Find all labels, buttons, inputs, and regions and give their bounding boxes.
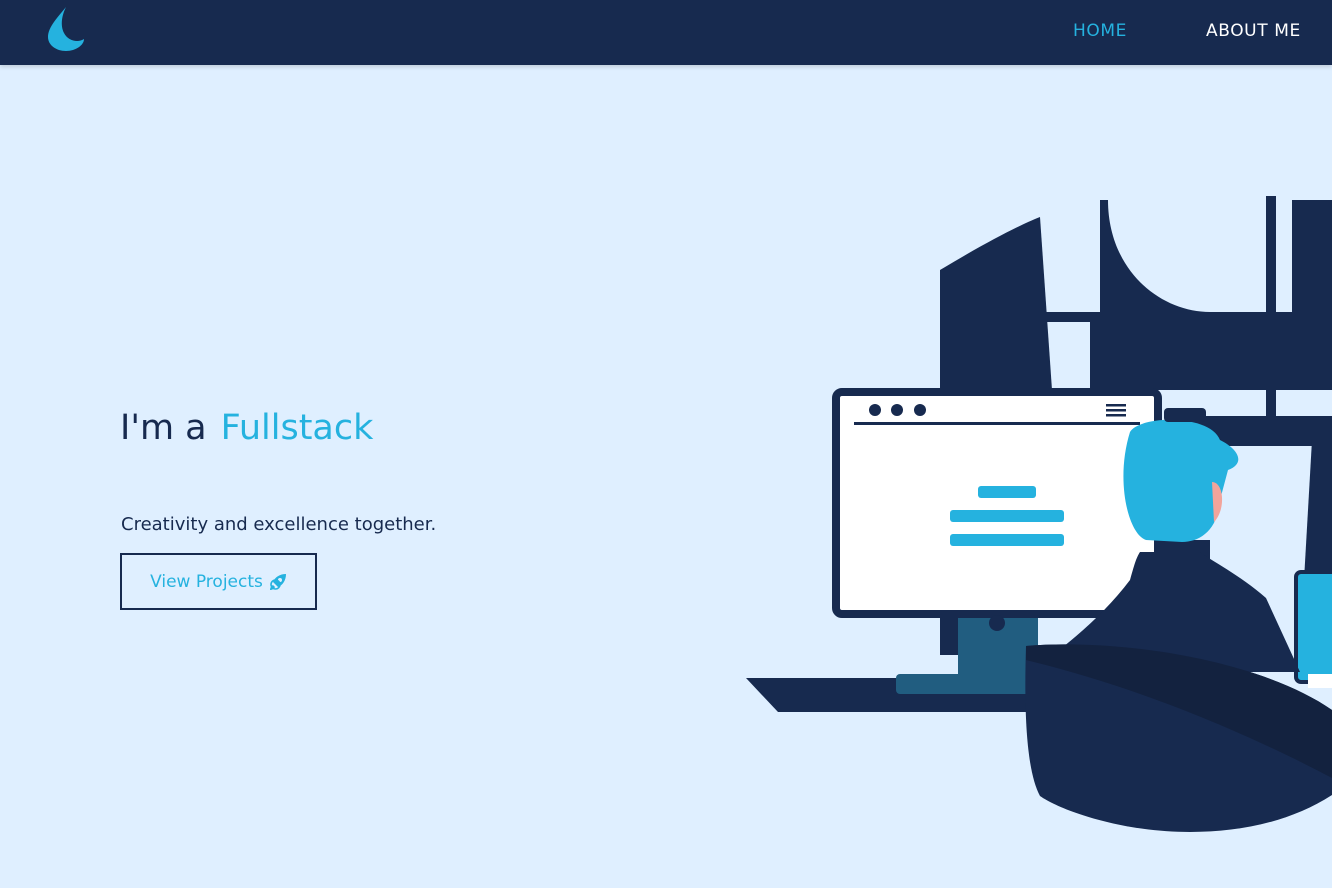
screen-bar: [950, 534, 1064, 546]
hero-title-highlight: Fullstack: [220, 408, 374, 448]
right-wall-shape: [1304, 440, 1332, 580]
developer-at-computer-illustration: [746, 196, 1332, 832]
window-arch-shape: [1100, 200, 1332, 390]
screen-bar: [950, 510, 1064, 522]
second-monitor-keyboard: [1308, 674, 1332, 688]
monitor-dot: [914, 404, 926, 416]
window-frame-shape: [940, 217, 1052, 390]
screen-header-line: [854, 422, 1140, 425]
nav-link-home[interactable]: HOME: [1073, 21, 1127, 41]
hero-title-prefix: I'm a: [120, 408, 207, 448]
menu-line: [1106, 404, 1126, 407]
screen-bar: [978, 486, 1036, 498]
rocket-icon: [269, 573, 286, 590]
view-projects-label: View Projects: [150, 571, 263, 592]
monitor-power-dot: [989, 615, 1005, 631]
nav-link-about-me[interactable]: ABOUT ME: [1206, 21, 1301, 41]
monitor-screen: [832, 388, 1162, 618]
window-mullion: [1090, 312, 1100, 392]
monitor-dot: [869, 404, 881, 416]
window-bar: [1040, 312, 1332, 322]
menu-line: [1106, 409, 1126, 412]
droplet-logo-icon[interactable]: [44, 5, 86, 51]
hero-subtitle: Creativity and excellence together.: [121, 514, 437, 535]
second-monitor: [1294, 570, 1332, 684]
menu-line: [1106, 414, 1126, 417]
monitor-foot: [896, 674, 1036, 694]
hero-title: I'm a Fullstack: [120, 408, 373, 448]
monitor-dot: [891, 404, 903, 416]
window-mullion: [1266, 196, 1276, 416]
headphones-band: [1164, 408, 1206, 422]
navbar: HOME ABOUT ME: [0, 0, 1332, 65]
view-projects-button[interactable]: View Projects: [120, 553, 317, 610]
